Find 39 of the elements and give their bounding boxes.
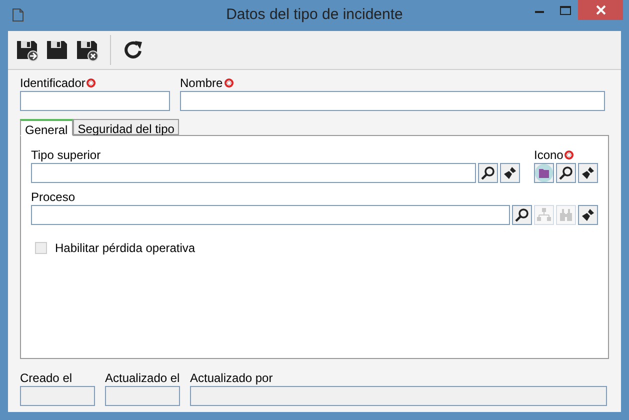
search-icon xyxy=(515,208,529,222)
close-button[interactable] xyxy=(578,0,623,20)
maximize-icon xyxy=(560,6,570,14)
field-label: Identificador xyxy=(20,75,86,92)
folder-icon xyxy=(535,164,553,182)
field-label: Creado el xyxy=(20,370,72,387)
input-field[interactable] xyxy=(20,91,170,111)
window-title: Datos del tipo de incidente xyxy=(226,5,403,26)
binoculars-icon xyxy=(559,208,573,222)
clear-button[interactable] xyxy=(578,163,598,183)
required-icon xyxy=(564,150,574,160)
field-label: Proceso xyxy=(31,189,76,206)
hierarchy-icon xyxy=(537,208,551,222)
tab[interactable]: General xyxy=(20,119,73,136)
tab[interactable]: Seguridad del tipo xyxy=(72,119,180,135)
required-icon xyxy=(86,78,96,88)
icon-picker-button[interactable] xyxy=(534,163,554,183)
field-label: Actualizado por xyxy=(190,370,273,387)
brush-icon xyxy=(581,166,595,180)
search-button[interactable] xyxy=(556,163,576,183)
search-button[interactable] xyxy=(512,205,532,225)
search-button[interactable] xyxy=(478,163,498,183)
input-field[interactable] xyxy=(31,205,510,225)
document-icon xyxy=(12,8,24,22)
field-label: Nombre xyxy=(180,75,223,92)
close-icon xyxy=(596,5,606,15)
field-label: Actualizado el xyxy=(105,370,180,387)
brush-icon xyxy=(581,208,595,222)
field-label: Tipo superior xyxy=(31,147,101,164)
search-icon xyxy=(481,166,495,180)
clear-button[interactable] xyxy=(578,205,598,225)
brush-icon xyxy=(503,166,517,180)
input-field[interactable] xyxy=(31,163,476,183)
checkbox-label: Habilitar pérdida operativa xyxy=(55,240,196,257)
required-icon xyxy=(224,78,234,88)
search-icon xyxy=(559,166,573,180)
field-label: Icono xyxy=(534,147,564,164)
clear-button[interactable] xyxy=(500,163,520,183)
input-field[interactable] xyxy=(180,91,605,111)
